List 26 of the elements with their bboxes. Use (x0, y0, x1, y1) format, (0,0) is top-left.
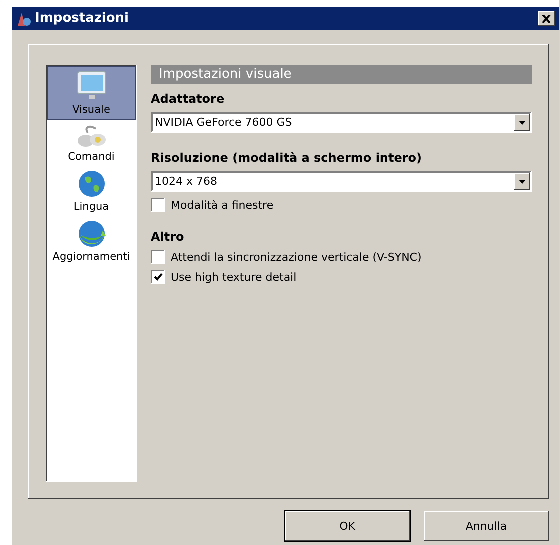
checkbox-label: Use high texture detail (171, 270, 297, 284)
globe-icon (76, 169, 106, 199)
sidebar-item[interactable]: Aggiornamenti (47, 216, 136, 266)
checkbox[interactable] (151, 250, 165, 264)
checkbox[interactable] (151, 270, 165, 284)
cancel-button[interactable]: Annulla (424, 511, 549, 541)
section-label: Altro (151, 230, 186, 244)
monitor-icon (74, 70, 108, 102)
sidebar-item[interactable]: Lingua (47, 166, 136, 216)
dropdown[interactable]: 1024 x 768 (151, 171, 532, 192)
caret-icon (518, 120, 526, 124)
section-label: Risoluzione (modalità a schermo intero) (151, 151, 423, 165)
dropdown[interactable]: NVIDIA GeForce 7600 GS (151, 112, 532, 133)
section-label: Adattatore (151, 92, 226, 106)
caret-icon (518, 180, 526, 184)
close-button[interactable] (538, 11, 555, 26)
checkbox[interactable] (151, 198, 165, 212)
checkbox-label: Attendi la sincronizzazione verticale (V-SYNC) (171, 250, 422, 264)
window-title: Impostazioni (35, 11, 130, 26)
section-header: Impostazioni visuale (151, 65, 532, 84)
close-icon (542, 14, 551, 22)
checkbox-label: Modalità a finestre (171, 198, 274, 212)
ok-button[interactable]: OK (285, 511, 410, 541)
sidebar-item[interactable]: Visuale (47, 66, 136, 120)
sidebar-item[interactable]: Comandi (47, 120, 136, 166)
gamepad-icon (76, 123, 108, 149)
